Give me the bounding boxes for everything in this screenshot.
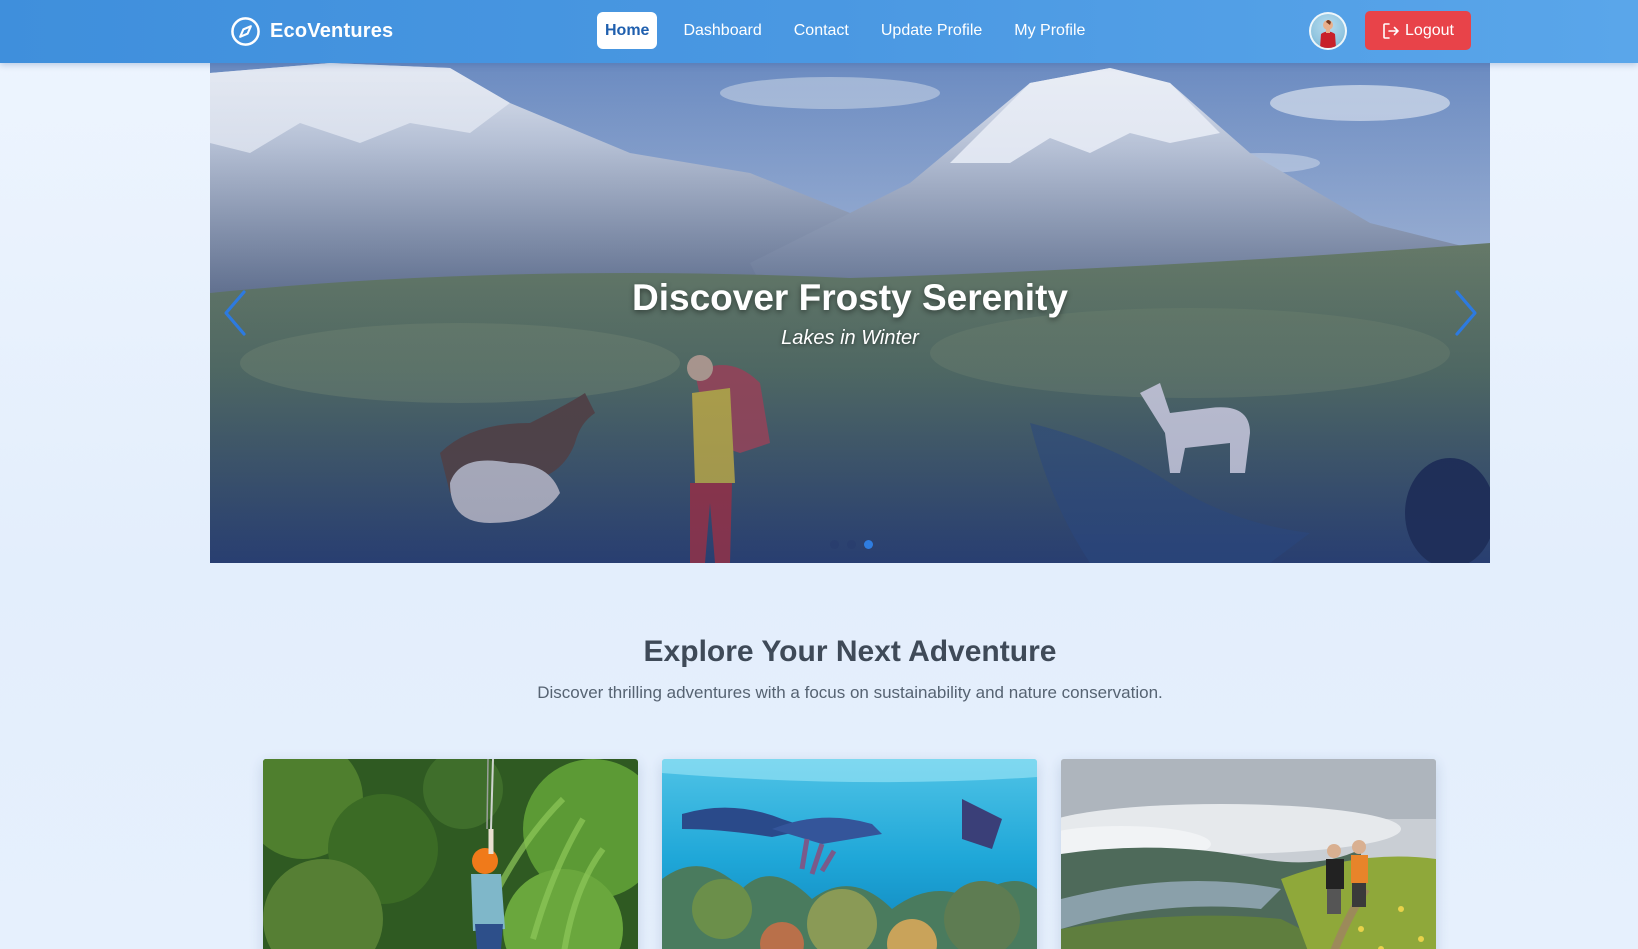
compass-icon bbox=[231, 16, 260, 46]
adventure-card-zipline[interactable] bbox=[263, 759, 638, 949]
nav-link-my-profile[interactable]: My Profile bbox=[1006, 12, 1093, 49]
hero-carousel: Discover Frosty Serenity Lakes in Winter bbox=[210, 63, 1490, 563]
section-subtitle: Discover thrilling adventures with a foc… bbox=[537, 683, 1163, 702]
avatar-image bbox=[1320, 20, 1336, 48]
carousel-indicators bbox=[830, 540, 881, 549]
carousel-indicator-2[interactable] bbox=[847, 540, 856, 549]
mountain-hiking-image bbox=[1061, 759, 1436, 949]
carousel-indicator-3[interactable] bbox=[864, 540, 873, 549]
nav-link-home[interactable]: Home bbox=[597, 12, 658, 49]
nav-link-update-profile[interactable]: Update Profile bbox=[873, 12, 990, 49]
logout-icon bbox=[1383, 22, 1399, 39]
nav-links: Home Dashboard Contact Update Profile My… bbox=[597, 12, 1109, 49]
hero-title: Discover Frosty Serenity bbox=[632, 277, 1068, 318]
brand-link[interactable]: EcoVentures bbox=[230, 15, 393, 47]
hero-subtitle: Lakes in Winter bbox=[781, 327, 919, 349]
carousel-next-icon[interactable] bbox=[1449, 288, 1481, 338]
section-title: Explore Your Next Adventure bbox=[643, 635, 1057, 668]
navbar: EcoVentures Home Dashboard Contact Updat… bbox=[0, 0, 1638, 63]
nav-link-contact[interactable]: Contact bbox=[786, 12, 857, 49]
user-avatar[interactable] bbox=[1309, 12, 1347, 50]
zipline-rainforest-image bbox=[263, 759, 638, 949]
carousel-indicator-1[interactable] bbox=[830, 540, 839, 549]
navbar-container: EcoVentures Home Dashboard Contact Updat… bbox=[210, 0, 1490, 63]
logout-button[interactable]: Logout bbox=[1365, 11, 1471, 50]
brand-name: EcoVentures bbox=[270, 19, 394, 42]
logout-label: Logout bbox=[1405, 21, 1454, 39]
adventure-card-snorkeling[interactable] bbox=[662, 759, 1037, 949]
adventure-card-hiking[interactable] bbox=[1061, 759, 1436, 949]
coral-reef-snorkeling-image bbox=[662, 759, 1037, 949]
nav-link-dashboard[interactable]: Dashboard bbox=[675, 12, 769, 49]
carousel-prev-icon[interactable] bbox=[220, 288, 252, 338]
